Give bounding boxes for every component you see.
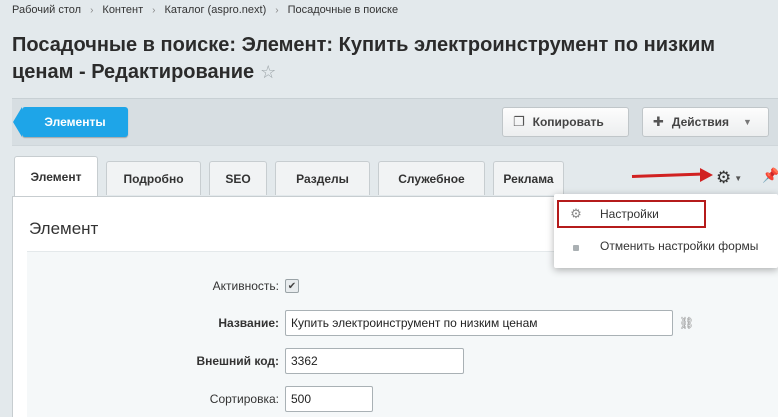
sort-label: Сортировка:: [209, 392, 279, 406]
form-row-external-code: Внешний код: 3362: [27, 348, 767, 374]
active-checkbox[interactable]: ✔: [285, 279, 299, 293]
actions-button[interactable]: ✚ Действия ▼: [642, 107, 769, 137]
menu-item-reset-form-settings[interactable]: Отменить настройки формы: [554, 233, 778, 259]
menu-item-settings[interactable]: ⚙ Настройки: [554, 201, 778, 227]
tab-sections[interactable]: Разделы: [275, 161, 370, 195]
bullet-icon: [568, 239, 584, 254]
toolbar: Элементы ❐ Копировать ✚ Действия ▼: [12, 98, 778, 146]
name-label: Название:: [218, 316, 279, 330]
plus-icon: ✚: [653, 114, 664, 129]
elements-button-label: Элементы: [44, 115, 106, 129]
chevron-down-icon: ▼: [742, 117, 752, 127]
form-row-active: Активность: ✔: [27, 274, 767, 298]
breadcrumb-item-desktop[interactable]: Рабочий стол: [12, 4, 81, 16]
menu-item-reset-label: Отменить настройки формы: [600, 239, 759, 253]
form-area: Активность: ✔ Название: Купить электроин…: [27, 251, 778, 417]
checkmark-icon: ✔: [287, 280, 297, 292]
form-row-sort: Сортировка: 500: [27, 386, 767, 412]
star-icon[interactable]: ☆: [260, 62, 276, 82]
external-code-label: Внешний код:: [196, 354, 279, 368]
actions-button-label: Действия: [671, 115, 729, 129]
page-title: Посадочные в поиске: Элемент: Купить эле…: [12, 32, 752, 86]
tab-element[interactable]: Элемент: [14, 156, 98, 196]
breadcrumb-item-catalog[interactable]: Каталог (aspro.next): [165, 4, 267, 16]
active-label: Активность:: [212, 279, 279, 293]
tab-advertising[interactable]: Реклама: [493, 161, 564, 195]
sort-input[interactable]: 500: [285, 386, 373, 412]
chevron-down-icon: ▼: [734, 173, 743, 183]
external-code-input[interactable]: 3362: [285, 348, 464, 374]
form-row-name: Название: Купить электроинструмент по ни…: [27, 310, 767, 336]
gear-icon: ⚙: [570, 206, 582, 221]
gear-icon: ⚙: [716, 168, 732, 187]
chevron-right-icon: ›: [275, 4, 279, 16]
page-title-text: Посадочные в поиске: Элемент: Купить эле…: [12, 34, 716, 83]
annotation-arrow-head: [700, 168, 713, 182]
tab-service[interactable]: Служебное: [378, 161, 485, 195]
copy-icon: ❐: [513, 114, 525, 129]
tab-details[interactable]: Подробно: [106, 161, 201, 195]
copy-button[interactable]: ❐ Копировать: [502, 107, 629, 137]
breadcrumb-item-content[interactable]: Контент: [102, 4, 143, 16]
link-icon[interactable]: ⛓: [679, 316, 694, 330]
breadcrumb: Рабочий стол › Контент › Каталог (aspro.…: [12, 3, 398, 17]
elements-button[interactable]: Элементы: [13, 107, 128, 137]
settings-dropdown: ⚙ Настройки Отменить настройки формы: [554, 194, 778, 268]
name-input[interactable]: Купить электроинструмент по низким ценам: [285, 310, 673, 336]
menu-item-settings-label: Настройки: [600, 207, 659, 221]
tab-seo[interactable]: SEO: [209, 161, 267, 195]
chevron-right-icon: ›: [152, 4, 156, 16]
copy-button-label: Копировать: [532, 115, 604, 129]
breadcrumb-item-landing[interactable]: Посадочные в поиске: [288, 4, 399, 16]
form-settings-toggle[interactable]: ⚙ ▼: [716, 168, 742, 188]
section-title: Элемент: [29, 219, 99, 238]
chevron-right-icon: ›: [90, 4, 94, 16]
pin-icon[interactable]: 📌: [762, 167, 778, 184]
